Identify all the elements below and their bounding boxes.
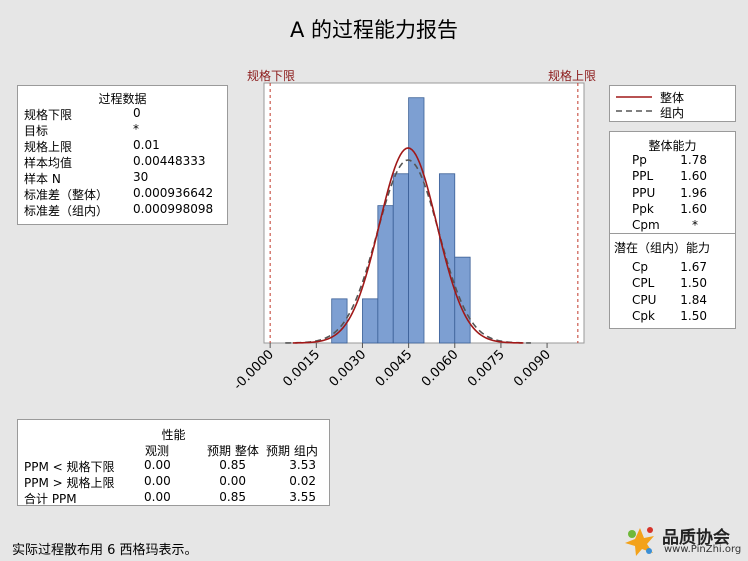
histogram-bar <box>454 256 471 344</box>
x-tick-label: 0.0075 <box>465 347 508 390</box>
x-tick-label: 0.0060 <box>419 347 462 390</box>
histogram-bar <box>377 205 394 344</box>
footer-note: 实际过程散布用 6 西格玛表示。 <box>12 543 198 558</box>
x-tick-label: 0.0090 <box>511 347 554 390</box>
histogram-bar <box>408 97 425 344</box>
x-tick-label: -0.0000 <box>231 347 277 393</box>
x-tick-label: 0.0015 <box>280 347 323 390</box>
x-tick-label: 0.0030 <box>327 347 370 390</box>
x-tick-label: 0.0045 <box>373 347 416 390</box>
logo: 品质协会 www.PinZhi.org <box>620 522 746 558</box>
histogram-bar <box>362 298 379 344</box>
logo-url: www.PinZhi.org <box>664 544 742 555</box>
logo-icon <box>625 527 654 556</box>
histogram-bar <box>392 173 410 344</box>
capability-histogram: -0.0000 0.0015 0.0030 0.0045 0.0060 0.0075 0.0… <box>231 82 585 393</box>
x-axis-ticks: -0.0000 0.0015 0.0030 0.0045 0.0060 0.0075 0.0… <box>231 343 554 393</box>
